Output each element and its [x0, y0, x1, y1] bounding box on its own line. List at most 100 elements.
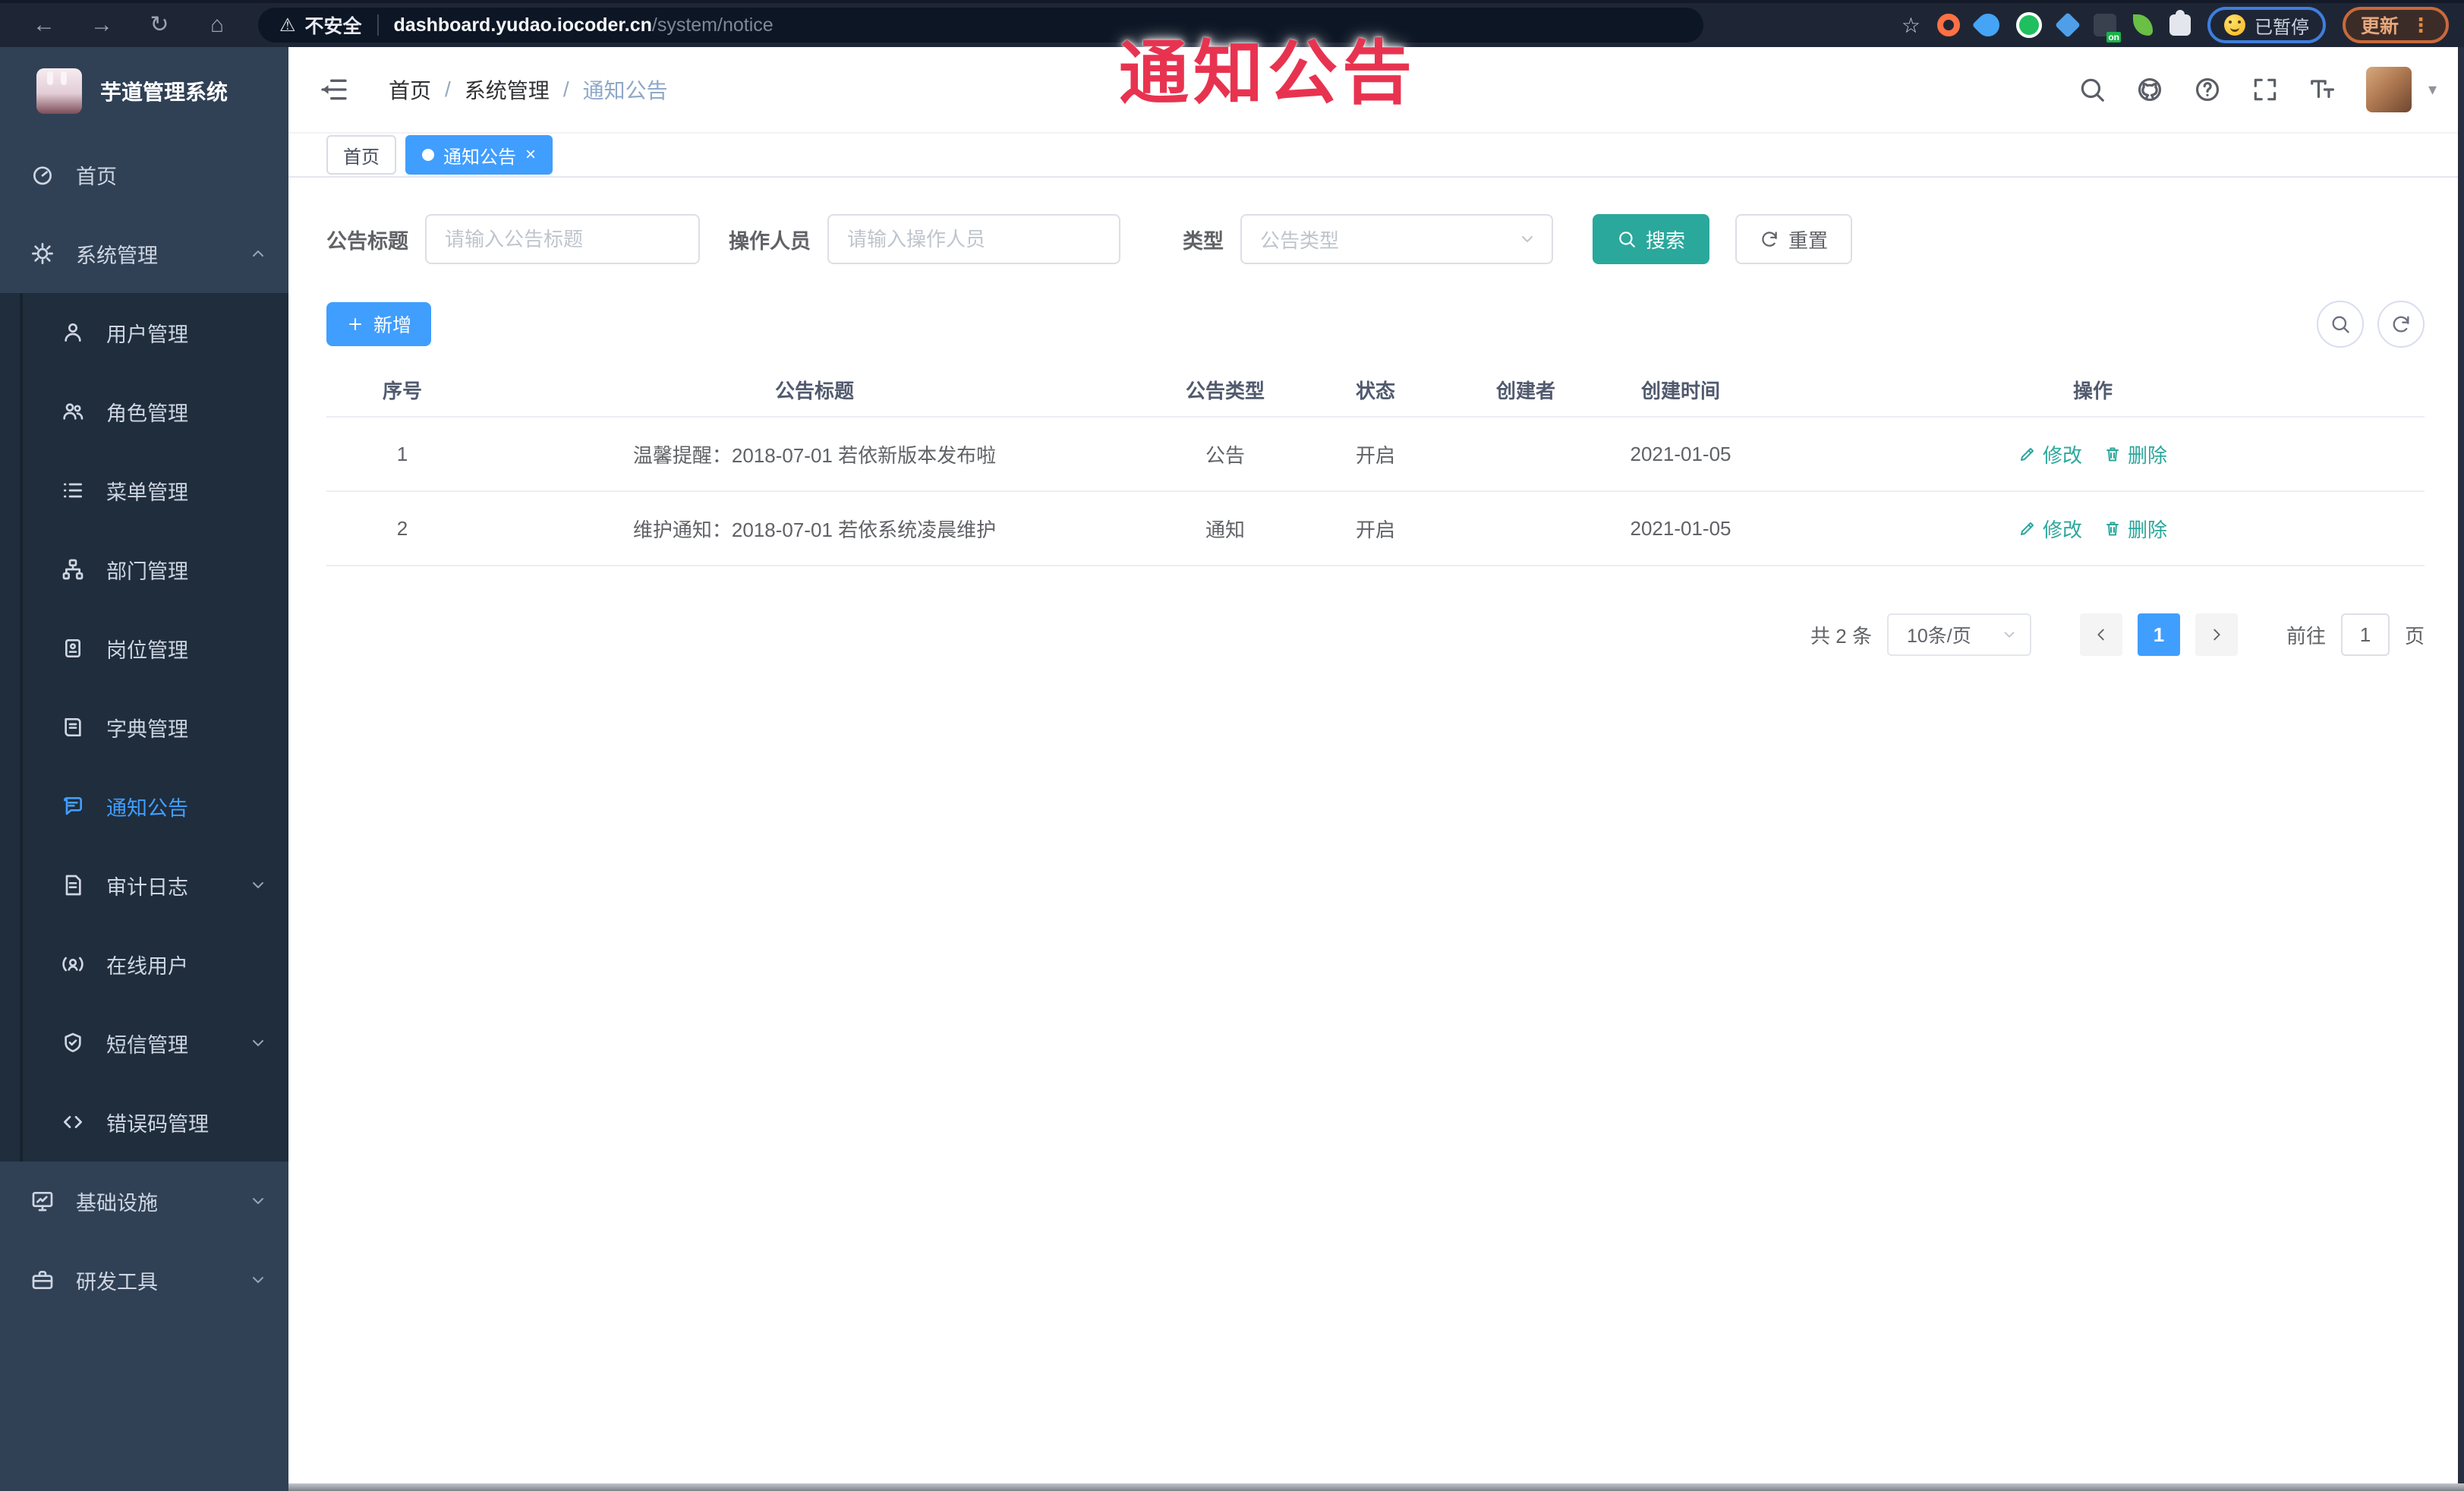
tags-view-bar: 首页 通知公告 ×: [288, 134, 2464, 178]
extension-leaf-icon[interactable]: [2132, 14, 2153, 36]
fullscreen-icon[interactable]: [2251, 75, 2280, 104]
column-header: 公告标题: [774, 379, 854, 402]
cell-title: 温馨提醒：2018-07-01 若依新版本发布啦: [632, 443, 997, 467]
tab-close-icon[interactable]: ×: [525, 146, 536, 164]
breadcrumb-system[interactable]: 系统管理: [465, 74, 550, 105]
address-bar[interactable]: ⚠ 不安全 dashboard.yudao.iocoder.cn /system…: [258, 8, 1703, 43]
sidebar-item-infrastructure[interactable]: 基础设施: [0, 1162, 288, 1240]
sidebar-item-roles[interactable]: 角色管理: [0, 372, 288, 451]
font-size-icon[interactable]: [2308, 75, 2337, 104]
github-icon[interactable]: [2135, 75, 2164, 104]
browser-update-button[interactable]: 更新 ⋮: [2342, 7, 2449, 43]
search-icon[interactable]: [2078, 75, 2106, 104]
not-secure-label[interactable]: 不安全: [305, 11, 362, 39]
sidebar-fold-icon[interactable]: [319, 74, 349, 105]
tab-home[interactable]: 首页: [326, 135, 396, 175]
sidebar-item-system[interactable]: 系统管理: [0, 214, 288, 293]
edit-icon: [2018, 445, 2037, 463]
edit-label: 修改: [2042, 518, 2082, 541]
search-form: 公告标题 操作人员 类型 公告类型 搜索 重置: [326, 214, 2425, 264]
search-button[interactable]: 搜索: [1593, 214, 1710, 264]
sidebar-item-online-users[interactable]: 在线用户: [0, 925, 288, 1004]
cell-actions: 修改 删除: [1761, 440, 2425, 468]
code-icon: [61, 1110, 85, 1134]
title-filter-input[interactable]: [425, 214, 700, 264]
shield-icon: [61, 1031, 85, 1055]
delete-link[interactable]: 删除: [2103, 440, 2167, 468]
title-filter-label: 公告标题: [326, 229, 408, 253]
sidebar-item-label: 首页: [76, 165, 117, 188]
sidebar-item-error-codes[interactable]: 错误码管理: [0, 1083, 288, 1162]
tab-notice[interactable]: 通知公告 ×: [405, 135, 553, 175]
sidebar-item-departments[interactable]: 部门管理: [0, 530, 288, 609]
browser-scrollbar[interactable]: [2458, 47, 2464, 1491]
sidebar-item-dev-tools[interactable]: 研发工具: [0, 1240, 288, 1319]
toggle-search-button[interactable]: [2317, 301, 2364, 348]
sidebar-item-dictionary[interactable]: 字典管理: [0, 688, 288, 767]
sidebar-item-sms[interactable]: 短信管理: [0, 1004, 288, 1083]
sidebar-item-users[interactable]: 用户管理: [0, 293, 288, 372]
page-content: 公告标题 操作人员 类型 公告类型 搜索 重置: [288, 178, 2464, 1491]
sidebar-item-label: 在线用户: [106, 954, 188, 978]
operator-filter-input[interactable]: [827, 214, 1120, 264]
sidebar-item-notice[interactable]: 通知公告: [0, 767, 288, 846]
sidebar-logo[interactable]: 芋道管理系统: [0, 47, 288, 135]
top-navbar: 首页 / 系统管理 / 通知公告 ▾: [288, 47, 2464, 134]
user-icon: [61, 320, 85, 345]
bookmark-star-icon[interactable]: ☆: [1902, 13, 1920, 38]
current-page-button[interactable]: 1: [2137, 613, 2180, 656]
reset-button[interactable]: 重置: [1735, 214, 1853, 264]
audit-log-icon: [61, 873, 85, 897]
column-header: 创建时间: [1640, 379, 1720, 402]
sidebar-item-label: 研发工具: [76, 1270, 158, 1294]
avatar[interactable]: [2365, 67, 2412, 112]
browser-home-icon[interactable]: ⌂: [188, 3, 246, 47]
search-icon: [1617, 229, 1637, 249]
refresh-table-button[interactable]: [2377, 301, 2425, 348]
table-header-row: 序号 公告标题 公告类型 状态 创建者 创建时间 操作: [326, 363, 2425, 418]
sidebar-menu: 首页 系统管理 用户管理 角色管理 菜单管理 部门管理 岗位管理 字典管理 通知…: [0, 135, 288, 1319]
page-size-select[interactable]: 10条/页: [1886, 613, 2031, 656]
breadcrumb-current: 通知公告: [582, 79, 668, 102]
url-path: /system/notice: [651, 14, 774, 36]
breadcrumb-home[interactable]: 首页: [389, 74, 431, 105]
refresh-icon: [1760, 229, 1779, 249]
goto-page-input[interactable]: [2340, 613, 2390, 656]
extension-blue-gem-icon[interactable]: [2055, 12, 2081, 38]
sidebar: 芋道管理系统 首页 系统管理 用户管理 角色管理 菜单管理 部门管理 岗位管理 …: [0, 47, 288, 1491]
notice-table: 序号 公告标题 公告类型 状态 创建者 创建时间 操作 1 温馨提醒：2018-…: [326, 363, 2425, 566]
sidebar-item-label: 通知公告: [106, 796, 188, 820]
prev-page-button[interactable]: [2079, 613, 2122, 656]
next-page-button[interactable]: [2195, 613, 2238, 656]
sidebar-item-menus[interactable]: 菜单管理: [0, 451, 288, 530]
profile-paused-chip[interactable]: 已暂停: [2207, 7, 2326, 43]
sidebar-item-home[interactable]: 首页: [0, 135, 288, 214]
extensions-puzzle-icon[interactable]: [2169, 10, 2191, 36]
sidebar-item-audit-log[interactable]: 审计日志: [0, 846, 288, 925]
browser-forward-icon[interactable]: →: [73, 3, 131, 47]
sidebar-item-label: 角色管理: [106, 402, 188, 425]
app-title: 芋道管理系统: [100, 80, 228, 104]
add-button[interactable]: 新增: [326, 302, 432, 346]
delete-link[interactable]: 删除: [2103, 515, 2167, 543]
extension-blue-drop-icon[interactable]: [1971, 8, 2005, 42]
extension-green-circle-icon[interactable]: [2015, 12, 2042, 38]
table-row: 2 维护通知：2018-07-01 若依系统凌晨维护 通知 开启 2021-01…: [326, 492, 2425, 566]
cell-created-at: 2021-01-05: [1630, 442, 1731, 465]
browser-reload-icon[interactable]: ↻: [131, 3, 188, 47]
column-header: 状态: [1355, 379, 1395, 402]
extension-orange-ring-icon[interactable]: [1936, 14, 1960, 36]
avatar-caret-icon[interactable]: ▾: [2428, 80, 2437, 99]
extension-switch-icon[interactable]: on: [2093, 14, 2121, 43]
edit-link[interactable]: 修改: [2018, 515, 2082, 543]
window-bottom-edge: [288, 1483, 2464, 1491]
sidebar-item-posts[interactable]: 岗位管理: [0, 609, 288, 688]
type-filter-select[interactable]: 公告类型: [1240, 214, 1553, 264]
sidebar-item-label: 系统管理: [76, 244, 158, 267]
edit-link[interactable]: 修改: [2018, 440, 2082, 468]
overflow-menu-icon[interactable]: ⋮: [2411, 14, 2431, 37]
column-header: 操作: [2072, 379, 2113, 402]
help-icon[interactable]: [2193, 75, 2222, 104]
cell-created-at: 2021-01-05: [1630, 516, 1731, 540]
browser-back-icon[interactable]: ←: [15, 3, 73, 47]
